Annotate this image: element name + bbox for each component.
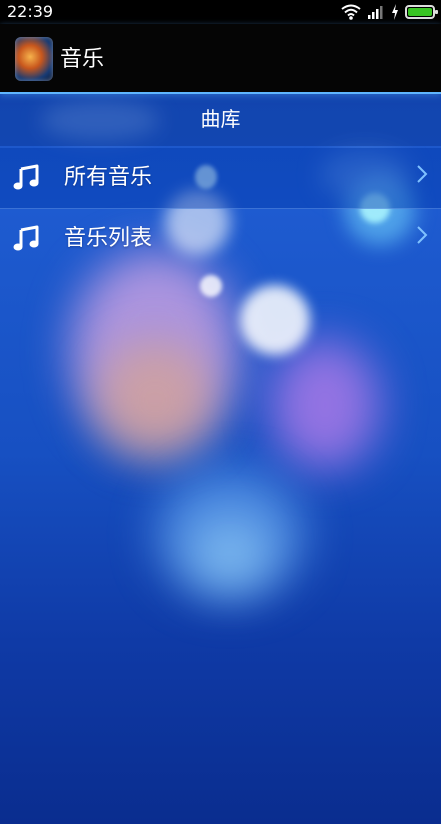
app-title: 音乐 [60,47,105,72]
music-note-icon [13,225,39,251]
chevron-right-icon [417,226,428,244]
signal-icon [368,6,383,19]
bokeh-light [190,520,270,590]
list-item-label: 音乐列表 [64,226,153,251]
bokeh-light [95,340,215,460]
wifi-icon [341,4,361,20]
bokeh-light [240,285,310,355]
battery-level [408,8,432,16]
charging-icon [392,4,398,20]
bokeh-light [70,250,240,450]
bokeh-light [270,340,380,470]
library-title-bar: 曲库 [0,94,441,146]
bokeh-light [200,275,222,297]
status-icons [341,3,438,21]
music-app-icon[interactable] [15,37,53,81]
battery-icon [405,5,438,19]
list-item-all-music[interactable]: 所有音乐 [0,148,441,209]
bokeh-light [155,470,305,600]
list-item-music-list[interactable]: 音乐列表 [0,209,441,269]
list-item-label: 所有音乐 [64,165,153,190]
app-header: 音乐 [0,24,441,94]
status-bar: 22:39 [0,0,441,24]
status-time: 22:39 [7,2,54,21]
library-title: 曲库 [200,107,241,131]
music-note-icon [13,164,39,190]
music-library-screen: 22:39 音乐 曲库 所有音乐 音乐列表 [0,0,441,824]
chevron-right-icon [417,165,428,183]
